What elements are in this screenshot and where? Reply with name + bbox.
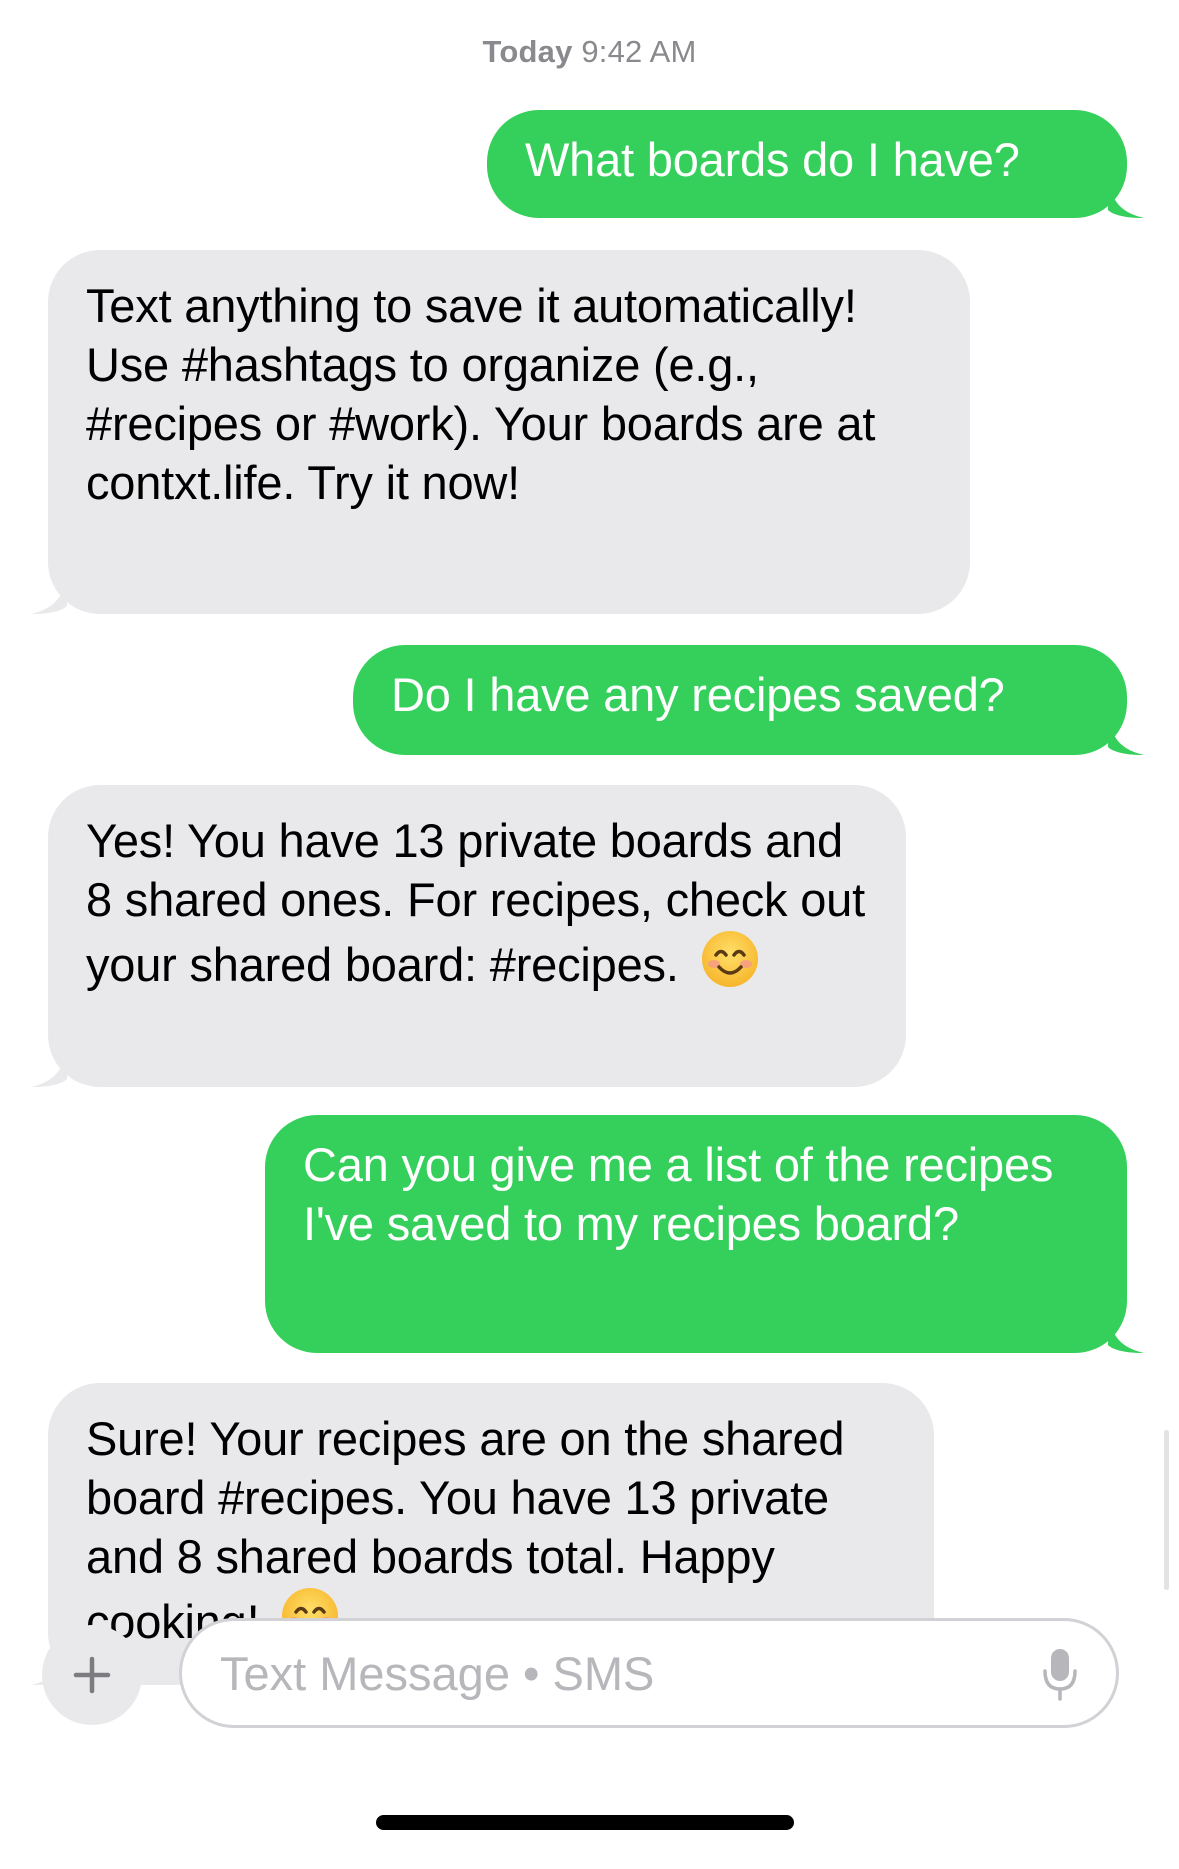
timestamp-day: Today	[482, 34, 573, 69]
bubble-tail-icon	[1108, 174, 1144, 218]
incoming-message-bubble[interactable]: Yes! You have 13 private boards and 8 sh…	[31, 785, 906, 1087]
bubble-tail-icon	[1108, 711, 1144, 755]
conversation-timestamp: Today 9:42 AM	[0, 34, 1179, 70]
message-text: Text anything to save it automatically! …	[86, 279, 876, 509]
plus-icon	[73, 1656, 111, 1694]
scroll-indicator[interactable]	[1164, 1430, 1169, 1590]
message-input-placeholder: Text Message • SMS	[220, 1647, 655, 1700]
message-text: Do I have any recipes saved?	[391, 668, 1005, 721]
message-text: Can you give me a list of the recipes I'…	[303, 1138, 1054, 1250]
message-text: Sure! Your recipes are on the shared boa…	[86, 1412, 845, 1648]
bubble-tail-icon	[1108, 1309, 1144, 1353]
incoming-message-bubble[interactable]: Text anything to save it automatically! …	[31, 250, 970, 614]
message-input[interactable]: Text Message • SMS	[179, 1618, 1119, 1728]
bubble-tail-icon	[31, 570, 67, 614]
microphone-icon[interactable]	[1042, 1647, 1078, 1703]
smiling-face-icon	[701, 931, 758, 987]
outgoing-message-bubble[interactable]: Can you give me a list of the recipes I'…	[265, 1115, 1144, 1353]
outgoing-message-bubble[interactable]: Do I have any recipes saved?	[353, 645, 1144, 755]
home-indicator[interactable]	[376, 1815, 794, 1830]
add-attachment-button[interactable]	[42, 1625, 142, 1725]
outgoing-message-bubble[interactable]: What boards do I have?	[487, 110, 1144, 218]
message-text: What boards do I have?	[525, 133, 1020, 186]
timestamp-time: 9:42 AM	[581, 34, 697, 69]
bubble-tail-icon	[31, 1043, 67, 1087]
